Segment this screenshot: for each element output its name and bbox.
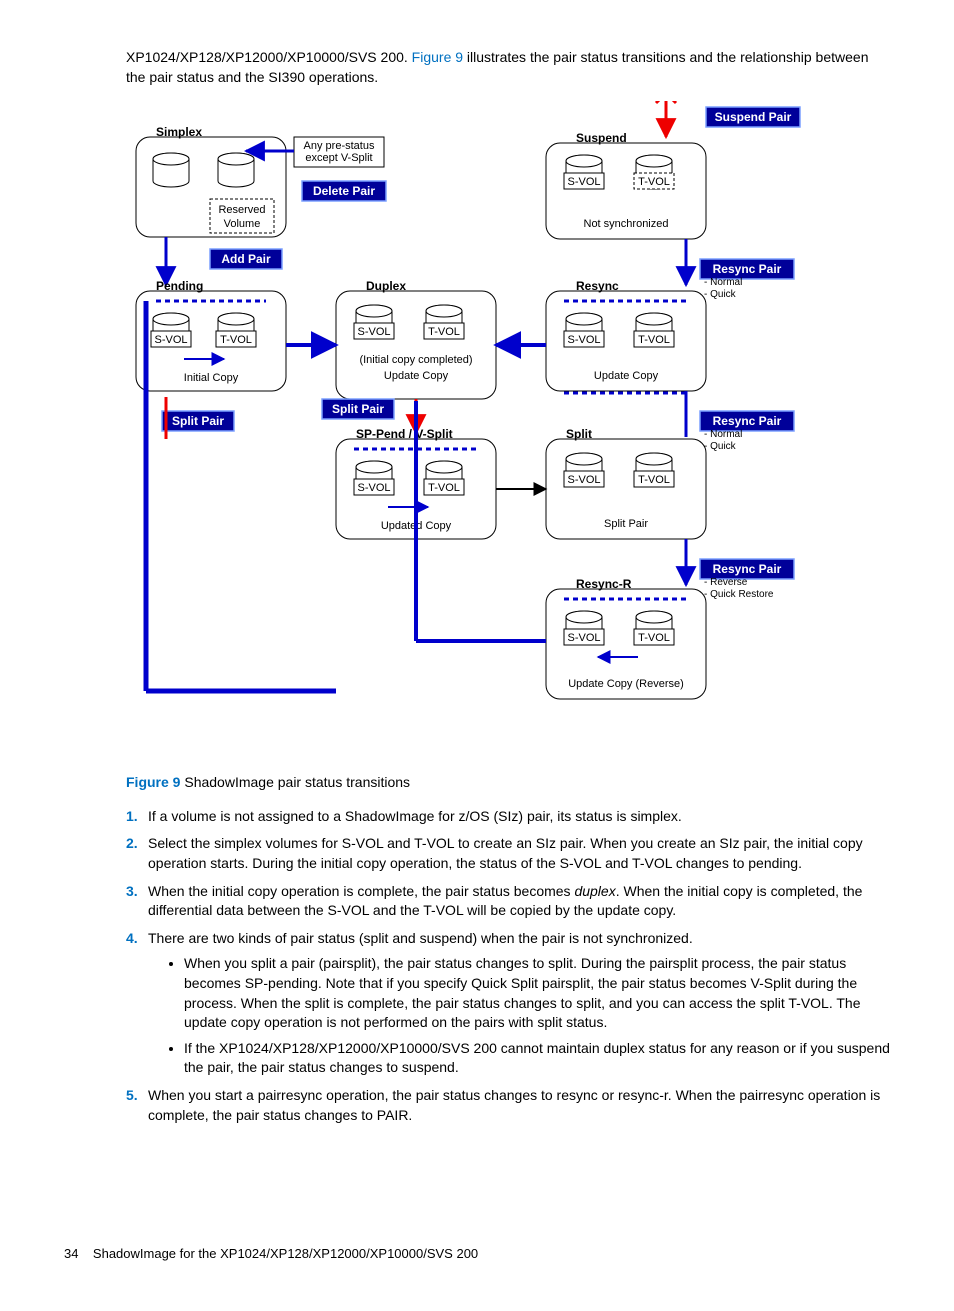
svol-label-7: S-VOL bbox=[567, 632, 600, 644]
list-item: There are two kinds of pair status (spli… bbox=[148, 929, 890, 1078]
list-item: When the initial copy operation is compl… bbox=[148, 882, 890, 921]
tvol-label-3: T-VOL bbox=[428, 326, 460, 338]
list-text: When the initial copy operation is compl… bbox=[148, 883, 574, 899]
tvol-label-4: T-VOL bbox=[638, 334, 670, 346]
bullet-item: When you split a pair (pairsplit), the p… bbox=[184, 954, 890, 1032]
tvol-label-5: T-VOL bbox=[428, 482, 460, 494]
numbered-list: If a volume is not assigned to a ShadowI… bbox=[126, 807, 890, 1125]
figure-caption: Figure 9 ShadowImage pair status transit… bbox=[126, 773, 890, 793]
updatecopy-label-2: Update Copy bbox=[594, 370, 659, 382]
tvol-label-2: T-VOL bbox=[220, 334, 252, 346]
normal-label-2: - Normal bbox=[704, 429, 742, 440]
svol-label-3: S-VOL bbox=[357, 326, 390, 338]
splitpair-label: Split Pair bbox=[604, 518, 648, 530]
updatecopy-label-1: Update Copy bbox=[384, 370, 449, 382]
resync-pair-button-3: Resync Pair bbox=[713, 562, 782, 576]
diagram: Suspend Pair Simplex Reserved Volume Any… bbox=[126, 101, 890, 761]
initialcopy-label: Initial Copy bbox=[184, 372, 239, 384]
quick-label-2: - Quick bbox=[704, 441, 737, 452]
volume-label: Volume bbox=[224, 218, 261, 230]
bullet-item: If the XP1024/XP128/XP12000/XP10000/SVS … bbox=[184, 1039, 890, 1078]
svol-label-2: S-VOL bbox=[154, 334, 187, 346]
svol-label-5: S-VOL bbox=[357, 482, 390, 494]
footer-title: ShadowImage for the XP1024/XP128/XP12000… bbox=[93, 1246, 478, 1261]
quick-label-1: - Quick bbox=[704, 289, 737, 300]
resync-pair-button-1: Resync Pair bbox=[713, 262, 782, 276]
page-number: 34 bbox=[64, 1246, 78, 1261]
list-item: When you start a pairresync operation, t… bbox=[148, 1086, 890, 1125]
figure-reference: Figure 9 bbox=[412, 49, 463, 65]
page-footer: 34 ShadowImage for the XP1024/XP128/XP12… bbox=[64, 1245, 890, 1263]
split-pair-button-1: Split Pair bbox=[172, 414, 224, 428]
anypre-label-2: except V-Split bbox=[305, 152, 372, 164]
notsync-label: Not synchronized bbox=[584, 218, 669, 230]
normal-label-1: - Normal bbox=[704, 277, 742, 288]
intro-paragraph: XP1024/XP128/XP12000/XP10000/SVS 200. Fi… bbox=[126, 48, 890, 87]
anypre-label-1: Any pre-status bbox=[304, 140, 375, 152]
tvol-label-1: T-VOL bbox=[638, 176, 670, 188]
list-italic: duplex bbox=[574, 883, 615, 899]
reserved-label: Reserved bbox=[218, 204, 265, 216]
resync-pair-button-2: Resync Pair bbox=[713, 414, 782, 428]
split-pair-button-2: Split Pair bbox=[332, 402, 384, 416]
initialcomplete-label: (Initial copy completed) bbox=[359, 354, 472, 366]
svol-label-6: S-VOL bbox=[567, 474, 600, 486]
delete-pair-button: Delete Pair bbox=[313, 184, 375, 198]
list-item: Select the simplex volumes for S-VOL and… bbox=[148, 834, 890, 873]
add-pair-button: Add Pair bbox=[221, 252, 271, 266]
tvol-label-6: T-VOL bbox=[638, 474, 670, 486]
svol-label-4: S-VOL bbox=[567, 334, 600, 346]
tvol-label-7: T-VOL bbox=[638, 632, 670, 644]
list-text: There are two kinds of pair status (spli… bbox=[148, 930, 693, 946]
figure-label: Figure 9 bbox=[126, 774, 180, 790]
updatecopyrev-label: Update Copy (Reverse) bbox=[568, 678, 684, 690]
svol-label-1: S-VOL bbox=[567, 176, 600, 188]
figure-text: ShadowImage pair status transitions bbox=[180, 774, 410, 790]
quickrestore-label: - Quick Restore bbox=[704, 589, 774, 600]
suspend-pair-button: Suspend Pair bbox=[715, 110, 792, 124]
reverse-label: - Reverse bbox=[704, 577, 748, 588]
intro-prefix: XP1024/XP128/XP12000/XP10000/SVS 200. bbox=[126, 49, 412, 65]
list-item: If a volume is not assigned to a ShadowI… bbox=[148, 807, 890, 827]
